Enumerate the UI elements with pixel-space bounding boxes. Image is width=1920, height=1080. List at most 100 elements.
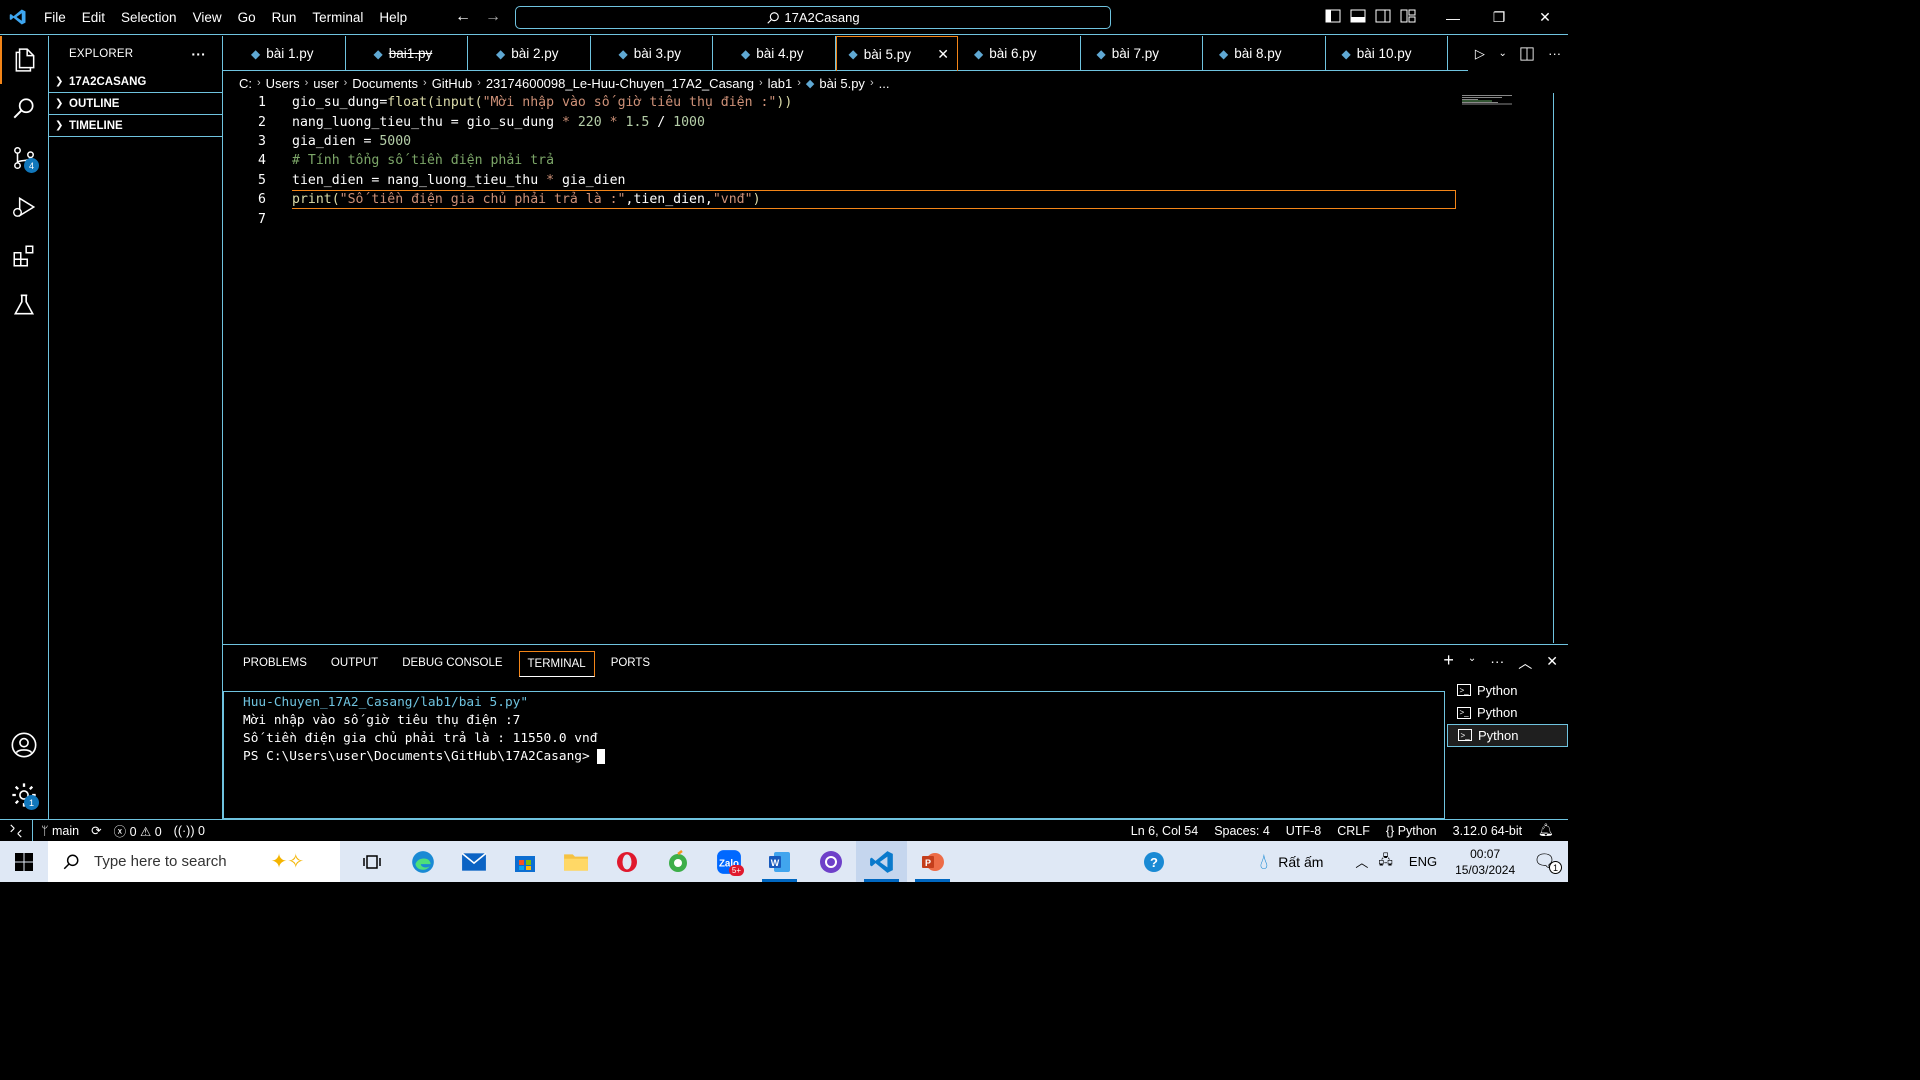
language-mode[interactable]: {} Python (1386, 824, 1437, 838)
tab-bai1[interactable]: ◆ bai1.py (346, 36, 468, 71)
manage-gear-icon[interactable]: 1 (0, 771, 48, 819)
chevron-down-icon[interactable]: ⌄ (1468, 653, 1476, 673)
terminal-instance[interactable]: >_ Python (1447, 702, 1568, 725)
explorer-icon[interactable] (0, 36, 48, 84)
powerpoint-icon[interactable]: P (907, 841, 958, 882)
line-ending[interactable]: CRLF (1337, 824, 1370, 838)
tab-bai-4[interactable]: ◆ bài 4.py (713, 36, 836, 71)
encoding[interactable]: UTF-8 (1286, 824, 1321, 838)
tab-bai-5[interactable]: ◆ bài 5.py ✕ (835, 36, 958, 71)
search-view-icon[interactable] (0, 85, 48, 133)
tab-problems[interactable]: PROBLEMS (235, 651, 315, 677)
tab-bai-8[interactable]: ◆ bài 8.py (1203, 36, 1326, 71)
new-terminal-plus-icon[interactable]: + (1443, 651, 1454, 673)
tab-bai-1[interactable]: ◆ bài 1.py (223, 36, 346, 71)
weather-text[interactable]: Rất ấm (1278, 854, 1323, 870)
back-arrow-icon[interactable]: ← (455, 8, 471, 26)
minimap[interactable] (1462, 95, 1542, 105)
task-view-icon[interactable] (346, 841, 397, 882)
section-workspace[interactable]: ❯ 17A2CASANG (49, 71, 222, 93)
tab-output[interactable]: OUTPUT (323, 651, 386, 677)
menu-help[interactable]: Help (371, 10, 415, 25)
more-actions-icon[interactable]: ··· (1490, 653, 1504, 673)
remote-indicator-icon[interactable] (0, 820, 33, 841)
close-tab-icon[interactable]: ✕ (937, 46, 949, 63)
section-timeline[interactable]: ❯ TIMELINE (49, 115, 222, 137)
menu-terminal[interactable]: Terminal (304, 10, 371, 25)
restore-icon[interactable]: ❐ (1476, 0, 1522, 35)
chevron-up-icon[interactable]: ︿ (1355, 852, 1368, 871)
section-outline[interactable]: ❯ OUTLINE (49, 93, 222, 115)
tab-ports[interactable]: PORTS (603, 651, 658, 677)
network-icon[interactable]: 🖧︎ (1378, 851, 1393, 873)
more-actions-icon[interactable]: ··· (191, 46, 206, 62)
tab-bai-2[interactable]: ◆ bài 2.py (468, 36, 591, 71)
toggle-secondary-sidebar-icon[interactable] (1375, 8, 1391, 24)
sync-icon[interactable]: ⟳ (91, 823, 101, 838)
code-line[interactable]: 1 gio_su_dung=float(input("Mời nhập vào … (223, 93, 1456, 112)
vscode-taskbar-icon[interactable] (856, 841, 907, 882)
terminal[interactable]: Huu-Chuyen_17A2_Casang/lab1/bai 5.py" Mờ… (223, 691, 1445, 862)
edge-browser-icon[interactable] (397, 841, 448, 882)
tab-bai-6[interactable]: ◆ bài 6.py (958, 36, 1081, 71)
accounts-icon[interactable] (0, 721, 48, 769)
python-interpreter[interactable]: 3.12.0 64-bit (1453, 824, 1523, 838)
breadcrumb-item[interactable]: Documents (352, 76, 418, 91)
breadcrumb-item[interactable]: Users (266, 76, 300, 91)
more-actions-icon[interactable]: ··· (1548, 46, 1561, 61)
breadcrumb-item[interactable]: 23174600098_Le-Huu-Chuyen_17A2_Casang (486, 76, 754, 91)
editor-scrollbar[interactable] (1553, 93, 1568, 643)
code-line[interactable]: 5 tien_dien = nang_luong_tieu_thu * gia_… (223, 171, 1456, 190)
menu-edit[interactable]: Edit (74, 10, 113, 25)
weather-drop-icon[interactable]: 💧︎ (1259, 849, 1268, 875)
command-center-search[interactable]: 17A2Casang (515, 6, 1111, 29)
run-debug-icon[interactable] (0, 183, 48, 231)
code-line[interactable]: 3 gia_dien = 5000 (223, 132, 1456, 151)
tab-bai-10[interactable]: ◆ bài 10.py (1326, 36, 1448, 71)
tab-debug-console[interactable]: DEBUG CONSOLE (394, 651, 510, 677)
terminal-instance-selected[interactable]: >_ Python (1447, 724, 1568, 747)
source-control-icon[interactable]: 4 (0, 134, 48, 182)
maximize-panel-icon[interactable]: ︿ (1518, 653, 1532, 673)
menu-view[interactable]: View (185, 10, 230, 25)
toggle-panel-icon[interactable] (1350, 8, 1366, 24)
tab-bai-7[interactable]: ◆ bài 7.py (1081, 36, 1203, 71)
breadcrumb-item[interactable]: C: (239, 76, 252, 91)
menu-run[interactable]: Run (264, 10, 305, 25)
problems-status[interactable]: ⓧ 0 ⚠ 0 (114, 821, 162, 840)
extensions-icon[interactable] (0, 232, 48, 280)
customize-layout-icon[interactable] (1400, 8, 1416, 24)
breadcrumb-item[interactable]: bài 5.py (819, 76, 865, 91)
branch-status[interactable]: ᛘ main (41, 824, 79, 838)
clock[interactable]: 00:07 15/03/2024 (1455, 846, 1515, 878)
forward-arrow-icon[interactable]: → (485, 8, 501, 26)
zalo-icon[interactable]: Zalo 5+ (703, 841, 754, 882)
code-line[interactable]: 2 nang_luong_tieu_thu = gio_su_dung * 22… (223, 112, 1456, 131)
breadcrumb-item[interactable]: GitHub (432, 76, 472, 91)
breadcrumb-item[interactable]: user (313, 76, 338, 91)
chevron-down-icon[interactable]: ⌄ (1498, 48, 1506, 59)
help-icon[interactable]: ? (1128, 841, 1179, 882)
word-icon[interactable]: W (754, 841, 805, 882)
windows-start-icon[interactable] (0, 841, 48, 882)
github-desktop-icon[interactable] (805, 841, 856, 882)
language-indicator[interactable]: ENG (1409, 854, 1437, 869)
opera-browser-icon[interactable] (601, 841, 652, 882)
mail-icon[interactable] (448, 841, 499, 882)
taskbar-search[interactable]: Type here to search ✦✧ (48, 841, 340, 882)
cursor-position[interactable]: Ln 6, Col 54 (1131, 824, 1198, 838)
toggle-primary-sidebar-icon[interactable] (1325, 8, 1341, 24)
split-editor-icon[interactable] (1520, 46, 1535, 61)
testing-flask-icon[interactable] (0, 281, 48, 329)
menu-selection[interactable]: Selection (113, 10, 185, 25)
file-explorer-icon[interactable] (550, 841, 601, 882)
terminal-instance[interactable]: >_ Python (1447, 679, 1568, 702)
breadcrumb-item[interactable]: lab1 (768, 76, 793, 91)
code-editor[interactable]: 1 gio_su_dung=float(input("Mời nhập vào … (223, 93, 1568, 643)
close-panel-icon[interactable]: ✕ (1546, 653, 1558, 673)
indentation[interactable]: Spaces: 4 (1214, 824, 1270, 838)
ports-status[interactable]: ((·)) 0 (174, 824, 205, 838)
notification-center-icon[interactable]: 🗨︎ 1 (1533, 851, 1562, 874)
menu-file[interactable]: File (36, 10, 74, 25)
tab-terminal[interactable]: TERMINAL (518, 651, 595, 677)
